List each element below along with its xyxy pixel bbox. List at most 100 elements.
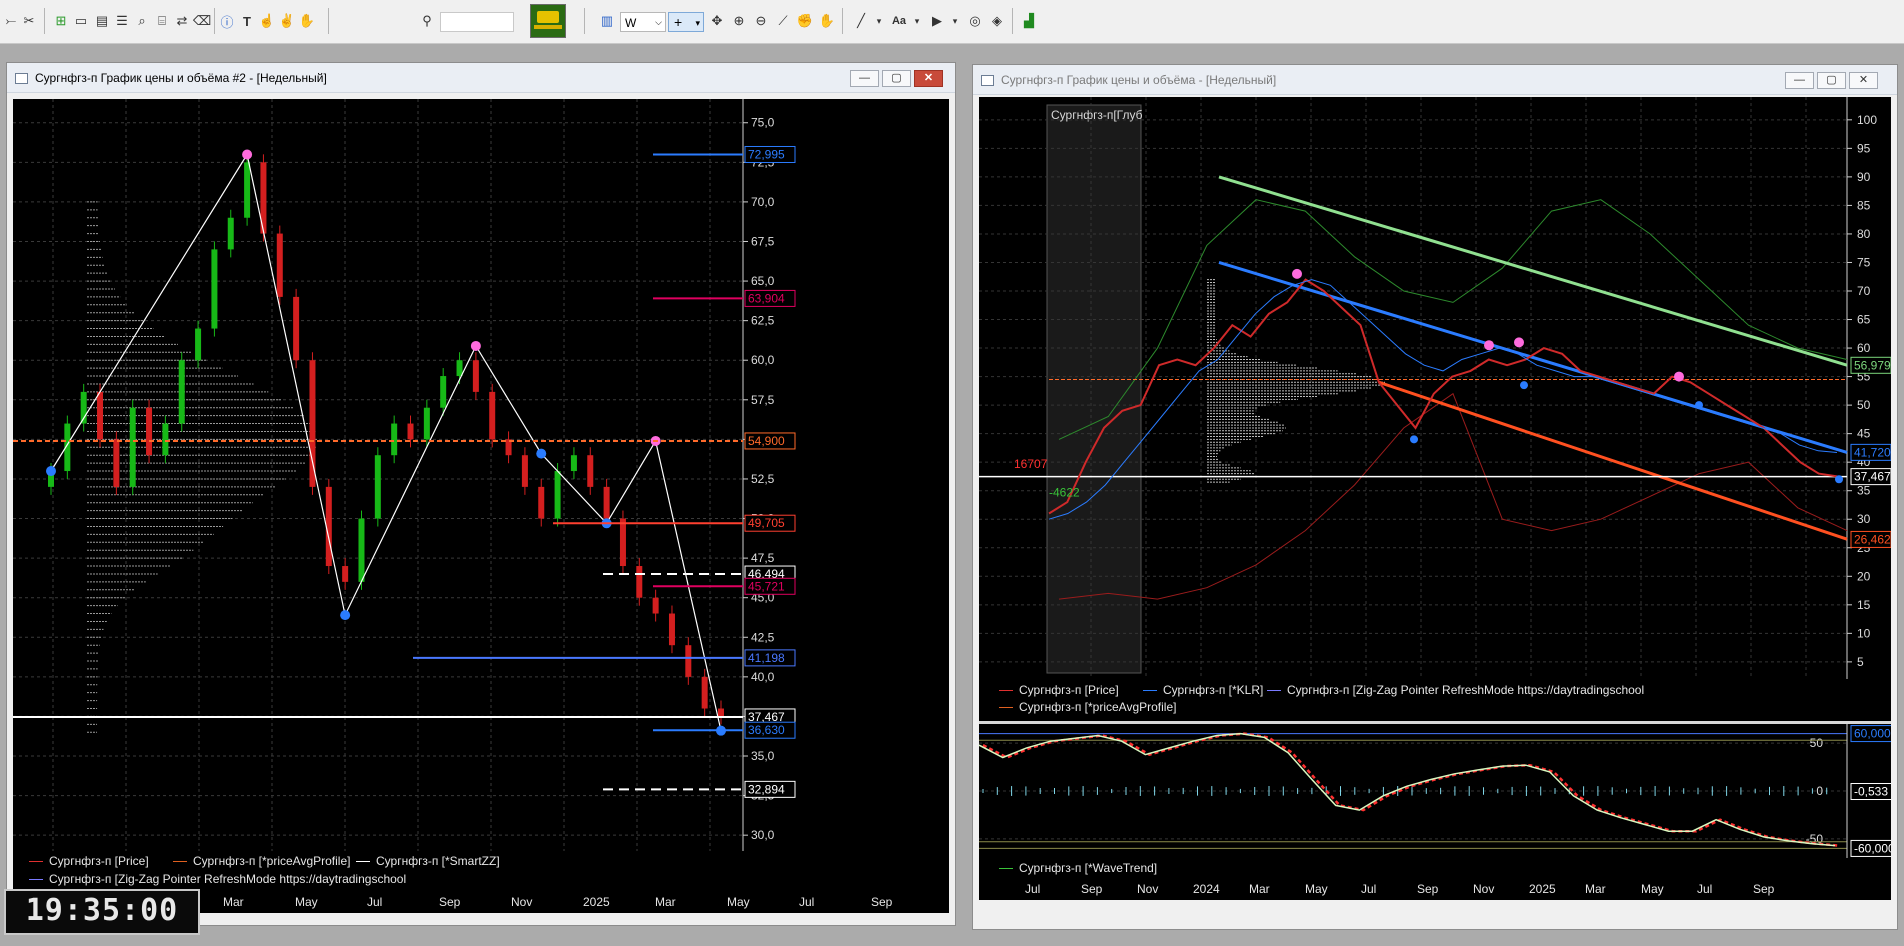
zigzag-pointer-dot	[1695, 401, 1703, 410]
zoom-in-icon[interactable]: ⊕	[730, 11, 748, 31]
price-badge-label: 54,900	[748, 434, 785, 448]
price-tick-label: 62,5	[751, 314, 775, 328]
candle-body	[244, 162, 251, 218]
chevron-down-icon[interactable]: ▾	[870, 11, 888, 31]
legend-item[interactable]: Сургнфгз-п [*SmartZZ]	[356, 854, 500, 868]
zigzag-pointer-dot	[536, 448, 547, 459]
window-title-bar[interactable]: Сургнфгз-п График цены и объёма - [Недел…	[973, 65, 1897, 95]
price-tick-label: 45	[1857, 427, 1871, 441]
play-icon[interactable]: ▶	[928, 11, 946, 31]
zigzag-pointer-dot	[1514, 337, 1524, 348]
text-tool-icon[interactable]: T	[238, 11, 256, 31]
candle-body	[570, 455, 577, 472]
search-icon[interactable]: ⚲	[418, 11, 436, 31]
time-axis-label: Jul	[799, 895, 815, 909]
price-tick-label: 75,0	[751, 116, 775, 130]
legend-item[interactable]: Сургнфгз-п [*WaveTrend]	[999, 861, 1157, 875]
legend-item[interactable]: Сургнфгз-п [*KLR]	[1143, 683, 1263, 697]
legend-label: Сургнфгз-п [*priceAvgProfile]	[1019, 700, 1177, 714]
table-window-icon[interactable]: ▤	[93, 11, 111, 31]
candle-body	[309, 360, 316, 487]
window-icon	[15, 73, 28, 84]
crosshair-icon: +	[674, 14, 683, 30]
hand-icon[interactable]: ☝	[258, 11, 276, 31]
osc-badge-label: -60,000	[1854, 841, 1891, 855]
wavetrend-oscillator[interactable]: 500-5060,000-0,533-60,000	[979, 724, 1891, 858]
price-tick-label: 75	[1857, 255, 1871, 269]
minimize-button[interactable]: —	[1785, 72, 1814, 89]
price-badge-label: 32,894	[748, 782, 785, 796]
list-window-icon[interactable]: ☰	[113, 11, 131, 31]
line-tool-icon[interactable]: ╱	[852, 11, 870, 31]
close-button[interactable]: ✕	[914, 70, 943, 87]
delete-icon[interactable]: ⌫	[193, 11, 211, 31]
zoom-out-icon[interactable]: ⊖	[752, 11, 770, 31]
hand-grab-icon[interactable]: ✊	[796, 11, 814, 31]
volume-label: 16707	[1014, 457, 1048, 471]
chevron-down-icon[interactable]: ▾	[946, 11, 964, 31]
close-button[interactable]: ✕	[1849, 72, 1878, 89]
price-volume-chart-right[interactable]: Сургнфгз-п[Глуб 1009590858075706560555045…	[979, 97, 1891, 679]
wavetrend-line	[979, 732, 1836, 847]
price-volume-chart-left[interactable]: 75,072,570,067,565,062,560,057,555,052,5…	[13, 99, 949, 851]
price-badge-label: 63,904	[748, 291, 785, 305]
zigzag-pointer-dot	[340, 610, 351, 621]
price-tick-label: 90	[1857, 170, 1871, 184]
ticker-image-icon[interactable]	[530, 4, 566, 38]
time-axis-label: 2024	[1193, 882, 1220, 896]
legend-item[interactable]: Сургнфгз-п [*priceAvgProfile]	[173, 854, 350, 868]
transfer-icon[interactable]: ⇄	[173, 11, 191, 31]
ruler-icon[interactable]: ⟋	[774, 11, 792, 31]
legend-label: Сургнфгз-п [Price]	[1019, 683, 1119, 697]
time-axis-label: Jul	[1361, 882, 1377, 896]
search-scan-icon[interactable]: ⌕	[133, 11, 151, 31]
time-axis-label: 2025	[1529, 882, 1556, 896]
legend-label: Сургнфгз-п [*KLR]	[1163, 683, 1264, 697]
time-axis-label: Sep	[1417, 882, 1439, 896]
maximize-button[interactable]: ▢	[882, 70, 911, 87]
legend-swatch	[29, 861, 43, 863]
legend-item[interactable]: Сургнфгз-п [Zig-Zag Pointer RefreshMode …	[29, 872, 406, 886]
window-title-bar[interactable]: Сургнфгз-п График цены и объёма #2 - [Не…	[7, 63, 955, 93]
legend-item[interactable]: Сургнфгз-п [Price]	[999, 683, 1119, 697]
fingers-icon[interactable]: ✌	[278, 11, 296, 31]
zigzag-pointer-dot	[470, 340, 481, 351]
font-icon[interactable]: Aa	[890, 11, 908, 31]
time-axis-label: Jul	[1697, 882, 1713, 896]
zigzag-tool-icon[interactable]: ✂	[20, 11, 38, 31]
crosshair-mode-button[interactable]: + ▾	[668, 12, 704, 32]
ticker-search-input[interactable]	[440, 12, 514, 32]
zigzag-pointer-dot	[1674, 371, 1684, 382]
pan-icon[interactable]: ✋	[818, 11, 836, 31]
time-axis-label: Mar	[1585, 882, 1606, 896]
maximize-button[interactable]: ▢	[1817, 72, 1846, 89]
bar-chart-icon[interactable]: ▥	[598, 11, 616, 31]
price-series-line	[1048, 278, 1838, 515]
crosshair-hand-icon[interactable]: ✋	[298, 11, 316, 31]
indicator-icon[interactable]: ▟	[1020, 11, 1038, 31]
chevron-down-icon: ⌵	[655, 17, 662, 27]
chevron-down-icon[interactable]: ▾	[908, 11, 926, 31]
price-tick-label: 42,5	[751, 630, 775, 644]
alert-icon[interactable]: ⓘ	[218, 11, 236, 31]
period-select[interactable]: W ⌵	[620, 12, 666, 32]
minimize-button[interactable]: —	[850, 70, 879, 87]
price-tick-label: 100	[1857, 113, 1877, 127]
osc-badge-label: -0,533	[1854, 785, 1888, 799]
toolbar-separator	[328, 8, 329, 34]
legend-label: Сургнфгз-п [*SmartZZ]	[376, 854, 500, 868]
layers-icon[interactable]: ◈	[988, 11, 1006, 31]
toolbar-separator	[44, 8, 45, 34]
script-icon[interactable]: ⌸	[153, 11, 171, 31]
zigzag-pointer-dot	[1292, 268, 1302, 279]
legend-item[interactable]: Сургнфгз-п [*priceAvgProfile]	[999, 700, 1176, 714]
chart-window-icon[interactable]: ▭	[72, 11, 90, 31]
cursor-arrow-icon[interactable]: ⤚	[2, 11, 20, 31]
candle-body	[440, 376, 447, 408]
osc-tick-label: 0	[1816, 784, 1823, 798]
legend-item[interactable]: Сургнфгз-п [Price]	[29, 854, 149, 868]
visibility-icon[interactable]: ◎	[966, 11, 984, 31]
legend-item[interactable]: Сургнфгз-п [Zig-Zag Pointer RefreshMode …	[1267, 683, 1644, 697]
add-chart-icon[interactable]: ⊞	[52, 11, 70, 31]
move-icon[interactable]: ✥	[708, 11, 726, 31]
